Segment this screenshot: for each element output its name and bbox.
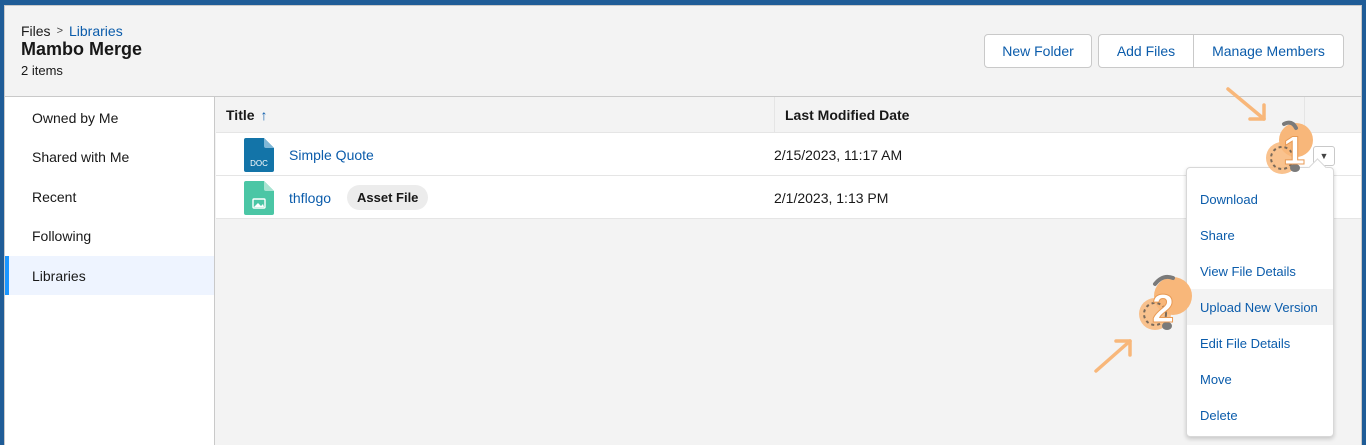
asset-file-badge: Asset File [347, 185, 429, 210]
sidebar-item-libraries[interactable]: Libraries [5, 256, 214, 295]
menu-item-move[interactable]: Move [1187, 361, 1333, 397]
step2-label: 2 [1152, 287, 1174, 331]
page-header: Files > Libraries Mambo Merge 2 items Ne… [5, 6, 1361, 97]
breadcrumb: Files > Libraries [21, 23, 123, 39]
row-actions-menu: Download Share View File Details Upload … [1186, 167, 1334, 437]
files-app-window: Files > Libraries Mambo Merge 2 items Ne… [4, 5, 1362, 445]
doc-icon-text: DOC [250, 159, 268, 168]
menu-item-view-file-details[interactable]: View File Details [1187, 253, 1333, 289]
image-file-icon [244, 181, 274, 215]
step1-label: 1 [1283, 129, 1305, 173]
step2-marker-icon: 2 [1139, 274, 1192, 332]
column-title-label: Title [226, 107, 255, 123]
menu-item-share[interactable]: Share [1187, 217, 1333, 253]
file-modified-date: 2/15/2023, 11:17 AM [774, 146, 903, 163]
file-title-link[interactable]: Simple Quote [289, 133, 374, 176]
sort-arrow-up-icon: ↑ [260, 107, 268, 123]
sidebar: Owned by Me Shared with Me Recent Follow… [5, 97, 215, 445]
doc-file-icon: DOC [244, 138, 274, 172]
sidebar-item-owned-by-me[interactable]: Owned by Me [5, 98, 214, 137]
chevron-down-icon: ▼ [1319, 151, 1329, 161]
manage-members-button[interactable]: Manage Members [1193, 34, 1344, 68]
breadcrumb-files[interactable]: Files [21, 23, 51, 39]
menu-item-upload-new-version[interactable]: Upload New Version [1187, 289, 1333, 325]
sidebar-item-shared-with-me[interactable]: Shared with Me [5, 137, 214, 176]
sidebar-item-recent[interactable]: Recent [5, 177, 214, 216]
breadcrumb-libraries-link[interactable]: Libraries [69, 23, 123, 39]
column-header-title[interactable]: Title ↑ [226, 97, 268, 133]
new-folder-button[interactable]: New Folder [984, 34, 1092, 68]
item-count: 2 items [21, 63, 63, 78]
add-files-button[interactable]: Add Files [1098, 34, 1194, 68]
file-title-link[interactable]: thflogo [289, 176, 331, 219]
menu-item-download[interactable]: Download [1187, 181, 1333, 217]
menu-item-edit-file-details[interactable]: Edit File Details [1187, 325, 1333, 361]
file-modified-date: 2/1/2023, 1:13 PM [774, 189, 889, 206]
menu-item-delete[interactable]: Delete [1187, 397, 1333, 433]
step2-pointer-arrow-icon [1094, 339, 1132, 373]
sidebar-item-following[interactable]: Following [5, 216, 214, 255]
breadcrumb-separator: > [56, 25, 63, 37]
step1-marker-icon: 1 [1266, 120, 1313, 174]
table-header: Title ↑ Last Modified Date [216, 97, 1361, 133]
page-title: Mambo Merge [21, 39, 143, 59]
